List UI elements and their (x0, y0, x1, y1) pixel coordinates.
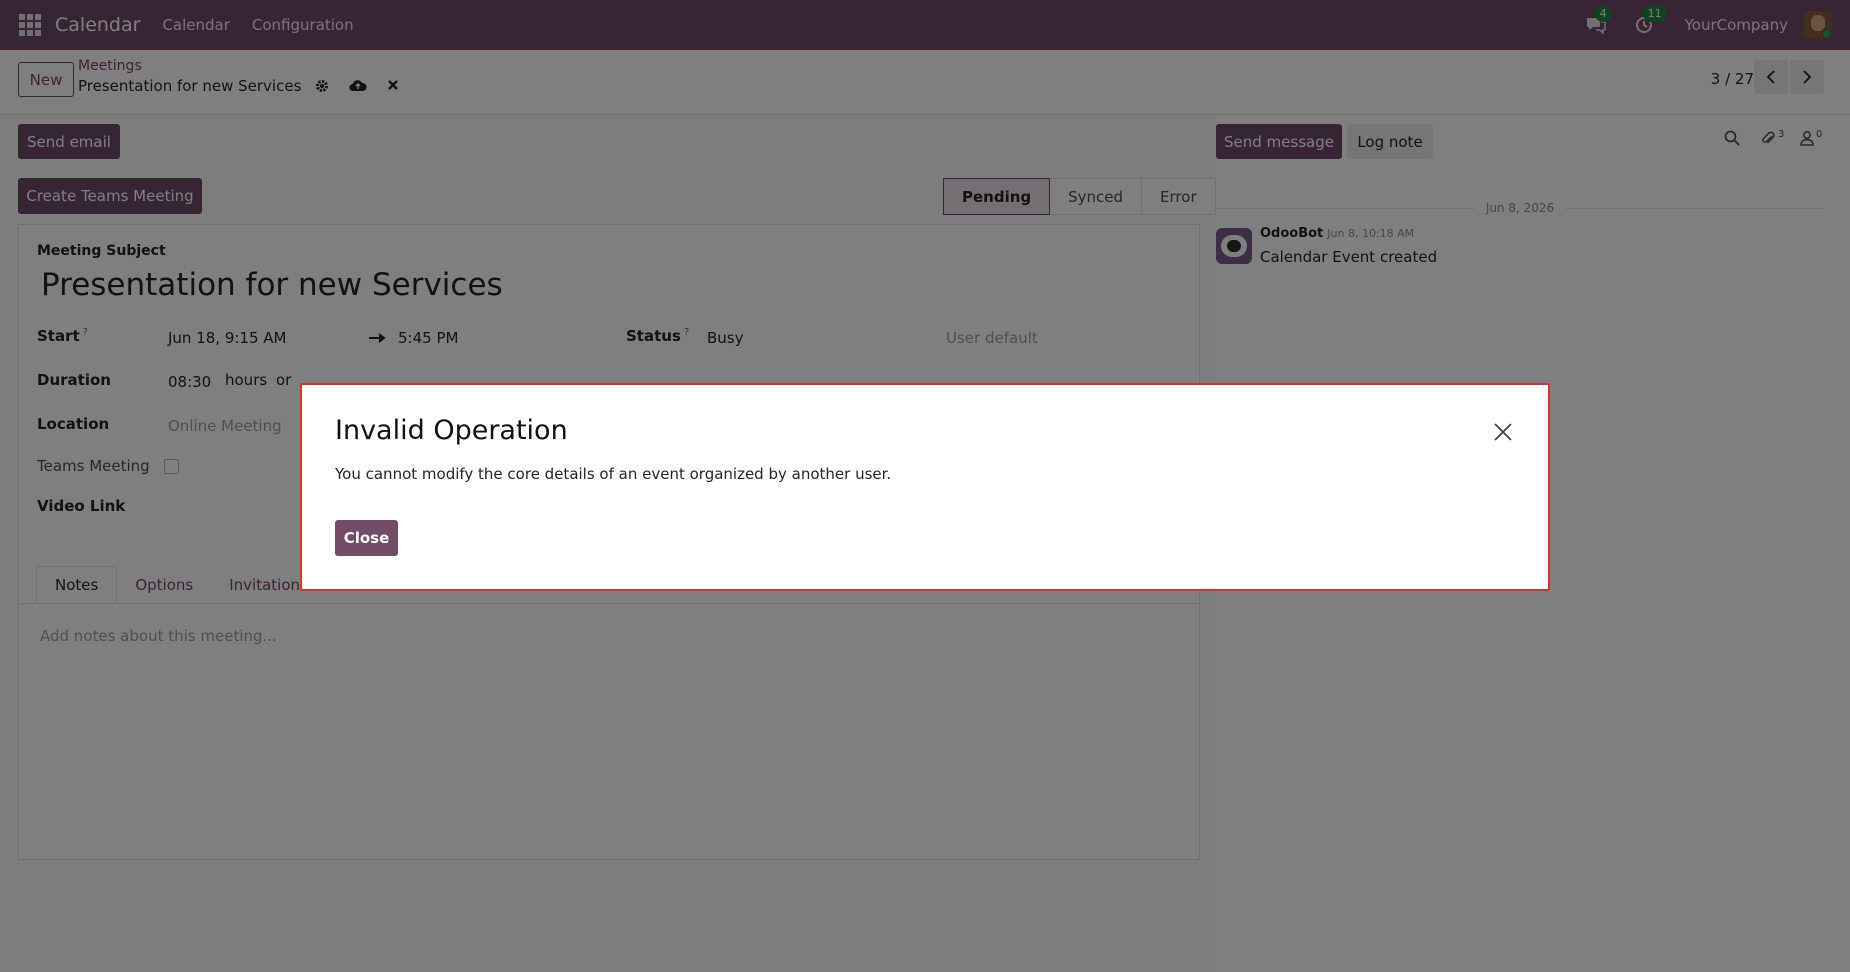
close-icon[interactable] (1492, 421, 1514, 443)
dialog-close-button[interactable]: Close (335, 520, 398, 556)
dialog-title: Invalid Operation (335, 415, 568, 446)
invalid-operation-dialog: Invalid Operation You cannot modify the … (300, 383, 1550, 591)
dialog-message: You cannot modify the core details of an… (335, 465, 892, 483)
